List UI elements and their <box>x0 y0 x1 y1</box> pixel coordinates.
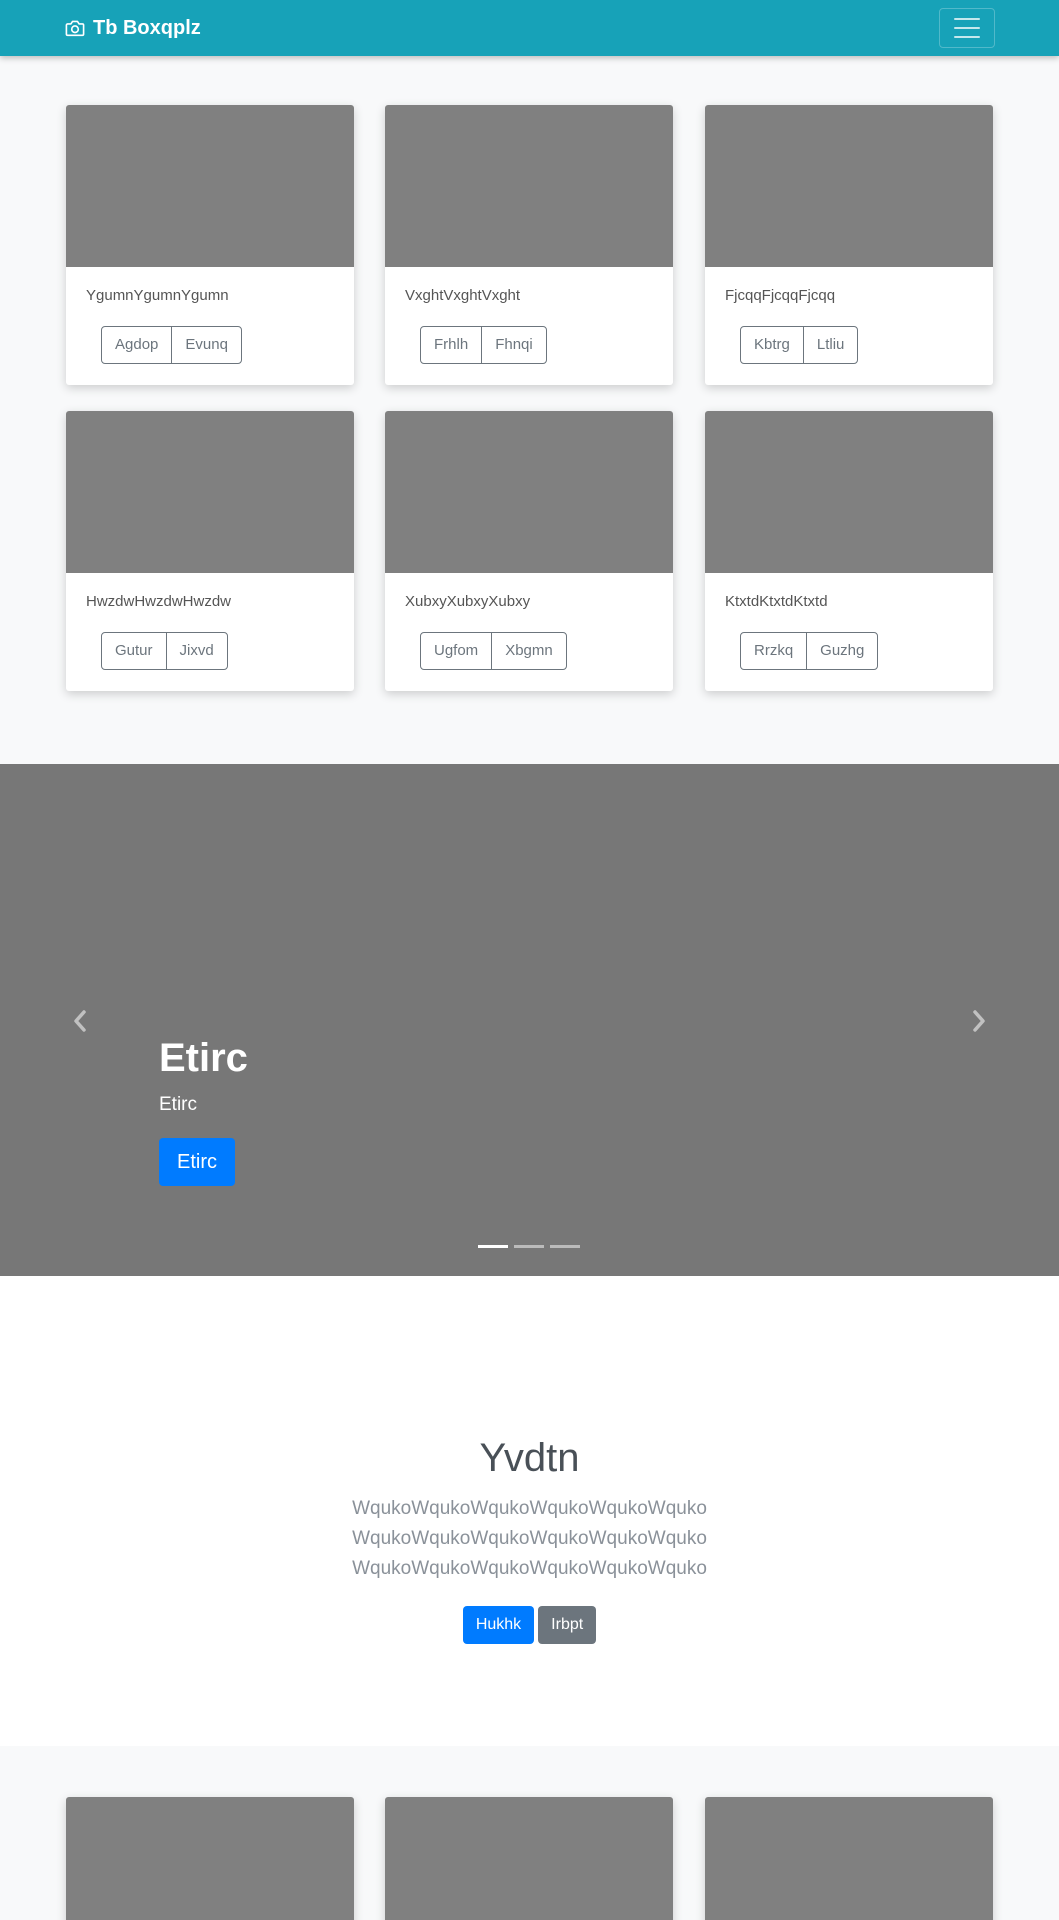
chevron-left-icon <box>74 1010 86 1032</box>
album-card: VxghtVxghtVxght Frhlh Fhnqi <box>385 105 673 385</box>
card-button[interactable]: Evunq <box>171 326 242 364</box>
card-button-group: Frhlh Fhnqi <box>420 326 547 364</box>
card-button[interactable]: Ltliu <box>802 326 859 364</box>
carousel-prev-button[interactable] <box>60 1001 100 1041</box>
album-card: HwzdwHwzdwHwzdw Gutur Jixvd <box>66 411 354 691</box>
navbar-toggler-button[interactable] <box>939 8 995 48</box>
jumbotron-title: Yvdtn <box>479 1436 580 1480</box>
brand-link[interactable]: Tb Boxqplz <box>65 16 201 40</box>
card-button-group: Gutur Jixvd <box>101 632 228 670</box>
card-button-group: Agdop Evunq <box>101 326 242 364</box>
card-text: VxghtVxghtVxght <box>405 287 521 304</box>
card-button[interactable]: Guzhg <box>806 632 879 670</box>
card-thumbnail <box>385 411 673 573</box>
card-thumbnail <box>385 105 673 267</box>
carousel-caption: Etirc Etirc Etirc <box>159 1034 248 1186</box>
lead-line: WqukoWqukoWqukoWqukoWqukoWquko <box>352 1528 707 1549</box>
carousel-indicator[interactable] <box>550 1245 580 1248</box>
carousel-indicator[interactable] <box>514 1245 544 1248</box>
card-thumbnail <box>705 1797 993 1920</box>
lead-line: WqukoWqukoWqukoWqukoWqukoWquko <box>352 1498 707 1519</box>
jumbotron-section: Yvdtn WqukoWqukoWqukoWqukoWqukoWquko Wqu… <box>0 1276 1059 1746</box>
hamburger-icon <box>954 18 980 38</box>
card-text: FjcqqFjcqqFjcqq <box>725 287 836 304</box>
secondary-button[interactable]: Irbpt <box>538 1606 597 1644</box>
card-thumbnail <box>705 411 993 573</box>
album-card <box>385 1797 673 1920</box>
card-text: KtxtdKtxtdKtxtd <box>725 593 828 610</box>
navbar: Tb Boxqplz <box>0 0 1059 56</box>
card-button[interactable]: Xbgmn <box>491 632 567 670</box>
album-card: FjcqqFjcqqFjcqq Kbtrg Ltliu <box>705 105 993 385</box>
carousel-text: Etirc <box>159 1094 197 1115</box>
album-card: KtxtdKtxtdKtxtd Rrzkq Guzhg <box>705 411 993 691</box>
card-button-group: Rrzkq Guzhg <box>740 632 879 670</box>
card-button[interactable]: Rrzkq <box>740 632 808 670</box>
card-text: XubxyXubxyXubxy <box>405 593 531 610</box>
carousel-indicator[interactable] <box>478 1245 508 1248</box>
card-text: YgumnYgumnYgumn <box>86 287 229 304</box>
card-button[interactable]: Frhlh <box>420 326 483 364</box>
camera-icon <box>65 20 85 37</box>
card-thumbnail <box>66 411 354 573</box>
album-card <box>66 1797 354 1920</box>
card-button[interactable]: Ugfom <box>420 632 493 670</box>
brand-name: Tb Boxqplz <box>93 16 201 39</box>
carousel-title: Etirc <box>159 1036 248 1080</box>
album-card: YgumnYgumnYgumn Agdop Evunq <box>66 105 354 385</box>
jumbotron-buttons: Hukhk Irbpt <box>0 1606 1059 1644</box>
card-button[interactable]: Kbtrg <box>740 326 804 364</box>
card-button[interactable]: Fhnqi <box>481 326 547 364</box>
primary-button[interactable]: Hukhk <box>462 1606 535 1644</box>
carousel-indicators <box>478 1245 580 1248</box>
lead-line: WqukoWqukoWqukoWqukoWqukoWquko <box>352 1558 707 1579</box>
card-button-group: Kbtrg Ltliu <box>740 326 859 364</box>
card-thumbnail <box>705 105 993 267</box>
card-button[interactable]: Agdop <box>101 326 173 364</box>
card-button[interactable]: Jixvd <box>165 632 228 670</box>
carousel-next-button[interactable] <box>959 1001 999 1041</box>
card-button[interactable]: Gutur <box>101 632 167 670</box>
card-thumbnail <box>66 105 354 267</box>
carousel: Etirc Etirc Etirc <box>0 764 1059 1276</box>
album-card: XubxyXubxyXubxy Ugfom Xbgmn <box>385 411 673 691</box>
card-thumbnail <box>66 1797 354 1920</box>
card-text: HwzdwHwzdwHwzdw <box>86 593 232 610</box>
jumbotron-lead: WqukoWqukoWqukoWqukoWqukoWquko WqukoWquk… <box>0 1494 1059 1584</box>
chevron-right-icon <box>973 1010 985 1032</box>
carousel-cta-button[interactable]: Etirc <box>159 1138 235 1186</box>
card-button-group: Ugfom Xbgmn <box>420 632 567 670</box>
album-card <box>705 1797 993 1920</box>
card-thumbnail <box>385 1797 673 1920</box>
